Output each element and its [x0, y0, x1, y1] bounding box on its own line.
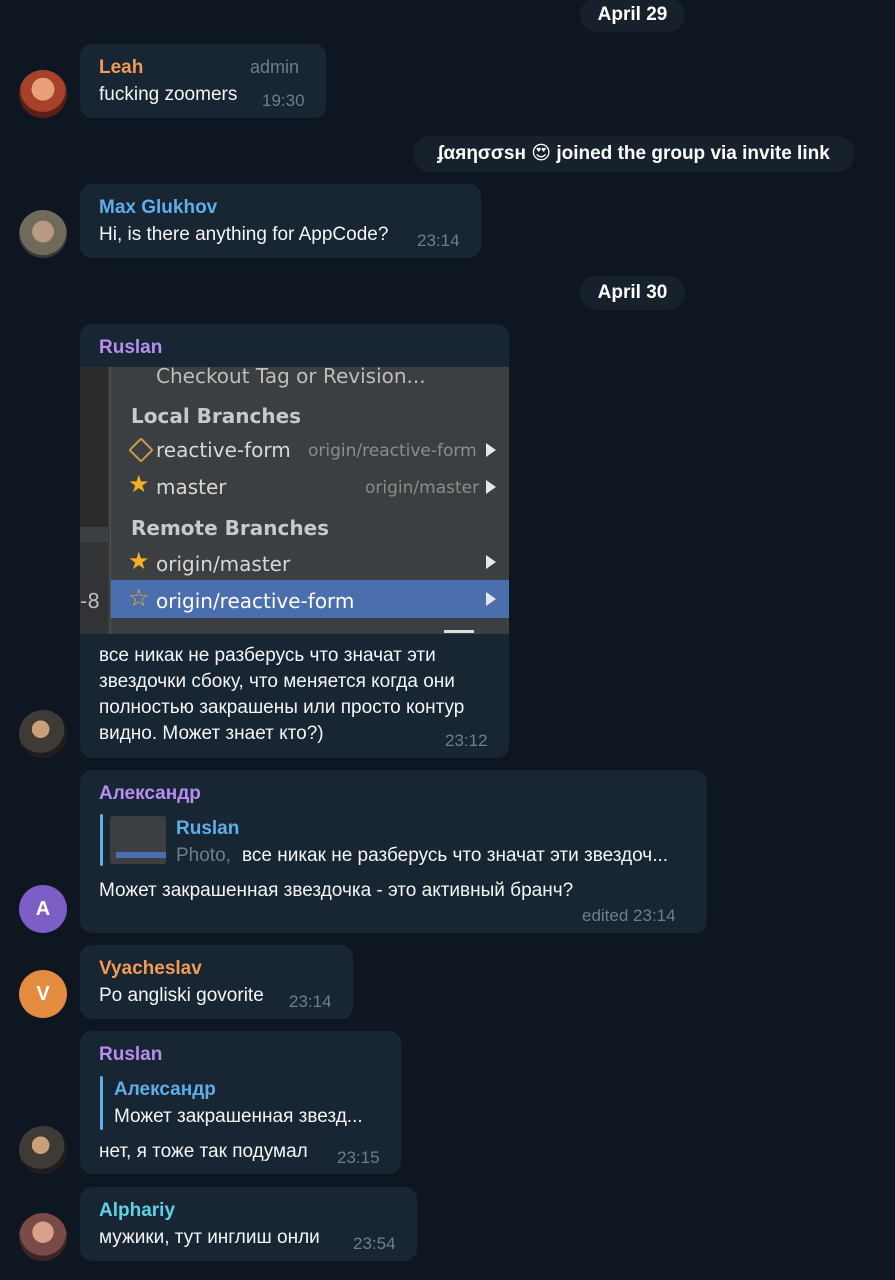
message-bubble[interactable]: Vyacheslav Po angliski govorite 23:14 [80, 945, 353, 1019]
admin-badge: admin [250, 57, 300, 77]
message-bubble[interactable]: Александр Ruslan Photo, все никак не раз… [80, 770, 707, 933]
menu-item-remote-ref: origin/reactive-form [308, 441, 477, 461]
star-outline-icon: ☆ [128, 585, 150, 612]
reply-bar [100, 1076, 103, 1130]
submenu-arrow-icon [486, 592, 496, 606]
date-separator: April 29 [580, 0, 685, 32]
date-separator: April 30 [580, 276, 685, 310]
reply-prefix: Photo, [176, 845, 231, 866]
message-bubble[interactable]: Leah admin fucking zoomers 19:30 [80, 44, 326, 118]
message-time: 23:14 [289, 992, 332, 1011]
reply-text: все никак не разберусь что значат эти зв… [242, 845, 669, 866]
star-filled-icon: ★ [128, 548, 150, 575]
sender-name[interactable]: Александр [99, 783, 201, 805]
menu-header-local: Local Branches [131, 404, 302, 428]
ide-left-panel [80, 542, 108, 634]
reply-sender[interactable]: Александр [114, 1079, 216, 1101]
sender-name[interactable]: Alphariy [99, 1200, 175, 1222]
message-time: 23:15 [337, 1148, 380, 1167]
reply-text: Может закрашенная звезд... [114, 1106, 363, 1127]
message-text: fucking zoomers [99, 84, 238, 105]
avatar[interactable] [19, 1213, 67, 1261]
menu-item-checkout[interactable]: Checkout Tag or Revision... [156, 367, 426, 388]
message-text: мужики, тут инглиш онли [99, 1227, 320, 1248]
side-label: -8 [80, 589, 100, 613]
menu-item-reactive-form[interactable]: reactive-form [156, 438, 291, 462]
heart-eyes-emoji-icon: 😍 [531, 143, 552, 164]
menu-header-remote: Remote Branches [131, 516, 330, 540]
sender-name[interactable]: Leah [99, 57, 143, 79]
thumbnail-highlight [116, 852, 166, 858]
photo-attachment[interactable]: Checkout Tag or Revision... Local Branch… [80, 367, 509, 634]
sender-name[interactable]: Max Glukhov [99, 197, 217, 219]
reply-bar [100, 814, 103, 866]
avatar[interactable] [19, 710, 67, 758]
submenu-arrow-icon [486, 555, 496, 569]
message-text: полностью закрашены или просто контур [99, 697, 465, 718]
service-message: ʄαяησσѕн 😍 joined the group via invite l… [413, 136, 854, 172]
reply-sender[interactable]: Ruslan [176, 818, 239, 840]
message-time: edited 23:14 [582, 906, 676, 925]
menu-item-remote-ref: origin/master [365, 478, 480, 498]
message-bubble[interactable]: Alphariy мужики, тут инглиш онли 23:54 [80, 1187, 417, 1261]
message-text: Hi, is there anything for AppCode? [99, 224, 389, 245]
sender-name[interactable]: Ruslan [99, 337, 162, 359]
message-text: видно. Может знает кто?) [99, 723, 324, 744]
message-text: Может закрашенная звездочка - это активн… [99, 880, 574, 901]
message-text: нет, я тоже так подумал [99, 1141, 308, 1162]
message-time: 23:54 [353, 1234, 396, 1253]
avatar[interactable]: V [19, 970, 67, 1018]
menu-item-master[interactable]: master [156, 475, 227, 499]
sender-name[interactable]: Ruslan [99, 1044, 162, 1066]
menu-item-origin-master[interactable]: origin/master [156, 552, 290, 576]
message-text: все никак не разберусь что значат эти [99, 645, 436, 666]
reply-thumbnail[interactable] [110, 816, 166, 864]
submenu-arrow-icon [486, 443, 496, 457]
ide-left-panel [80, 367, 108, 527]
avatar[interactable] [19, 70, 67, 118]
message-text: Po angliski govorite [99, 985, 264, 1006]
message-bubble[interactable]: Max Glukhov Hi, is there anything for Ap… [80, 184, 481, 258]
message-time: 23:12 [445, 731, 488, 750]
message-text: звездочки сбоку, что меняется когда они [99, 671, 455, 692]
menu-item-origin-reactive-form[interactable]: origin/reactive-form [156, 589, 354, 613]
avatar[interactable] [19, 210, 67, 258]
scrollbar [444, 630, 474, 633]
message-bubble[interactable]: Ruslan Александр Может закрашенная звезд… [80, 1031, 401, 1174]
message-time: 19:30 [262, 91, 305, 110]
avatar[interactable] [19, 1126, 67, 1174]
star-filled-icon: ★ [128, 471, 150, 498]
tag-icon [128, 437, 154, 463]
submenu-arrow-icon [486, 480, 496, 494]
avatar[interactable]: A [19, 885, 67, 933]
service-text: joined the group via invite link [556, 143, 830, 164]
message-time: 23:14 [417, 231, 460, 250]
service-user[interactable]: ʄαяησσѕн [437, 143, 526, 164]
sender-name[interactable]: Vyacheslav [99, 958, 202, 980]
